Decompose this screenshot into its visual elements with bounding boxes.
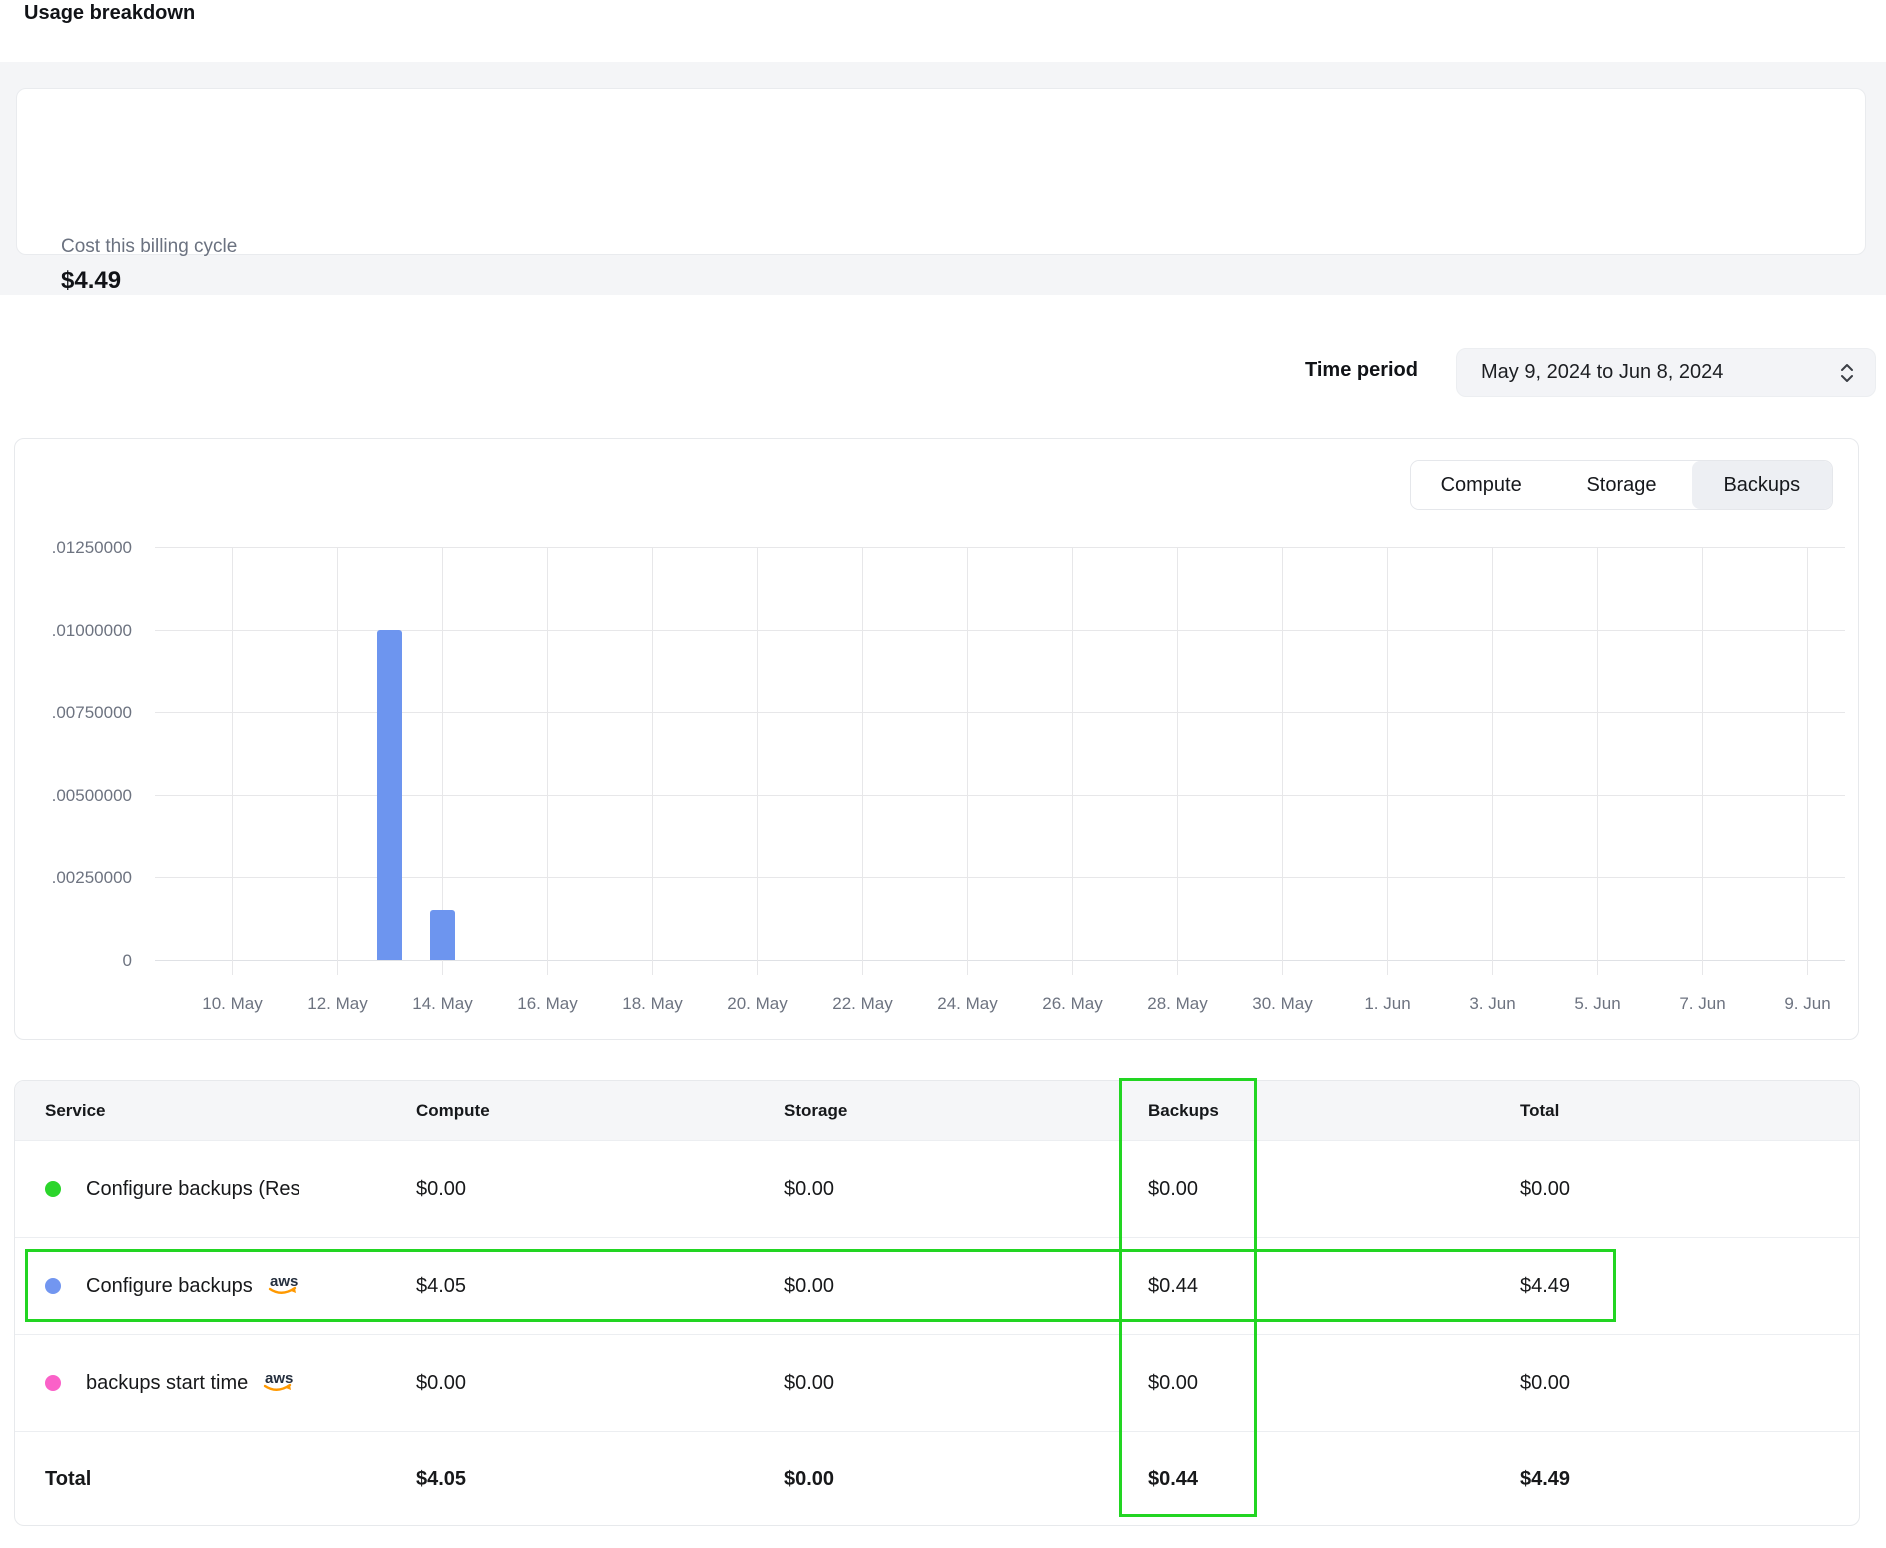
y-gridline (155, 547, 1845, 548)
series-color-dot (45, 1375, 61, 1391)
cell-total: $4.49 (1520, 1238, 1570, 1334)
total-cell-storage: $0.00 (784, 1432, 834, 1526)
usage-chart-card (14, 438, 1859, 1040)
aws-logo-icon: aws (262, 1370, 298, 1396)
page-title: Usage breakdown (24, 2, 195, 25)
table-total-row: Total $4.05 $0.00 $0.44 $4.49 (15, 1431, 1859, 1526)
x-axis-tick-label: 28. May (1125, 994, 1230, 1014)
table-row-3: backups start time aws $0.00 $0.00 $0.00 $0.… (15, 1334, 1859, 1431)
service-name: Configure backups (86, 1275, 253, 1298)
x-gridline (1387, 547, 1388, 975)
x-axis-tick-label: 7. Jun (1650, 994, 1755, 1014)
x-gridline (1597, 547, 1598, 975)
billing-cost-value: $4.49 (61, 267, 121, 295)
cell-total: $0.00 (1520, 1335, 1570, 1431)
cell-backups: $0.44 (1148, 1238, 1198, 1334)
billing-cost-card: Cost this billing cycle $4.49 (16, 88, 1866, 255)
cell-storage: $0.00 (784, 1335, 834, 1431)
x-gridline (337, 547, 338, 975)
column-header-compute: Compute (416, 1081, 490, 1140)
x-gridline (1072, 547, 1073, 975)
service-name: Configure backups (Resto (86, 1178, 299, 1201)
column-header-service: Service (45, 1081, 106, 1140)
total-cell-compute: $4.05 (416, 1432, 466, 1526)
time-period-select[interactable]: May 9, 2024 to Jun 8, 2024 (1456, 348, 1876, 397)
tab-compute[interactable]: Compute (1411, 461, 1551, 509)
service-cell: backups start time aws (45, 1335, 375, 1431)
x-axis-tick-label: 12. May (285, 994, 390, 1014)
x-axis-tick-label: 20. May (705, 994, 810, 1014)
x-gridline (232, 547, 233, 975)
y-axis-tick-label: .01000000 (12, 621, 132, 641)
cell-compute: $0.00 (416, 1141, 466, 1237)
x-axis-tick-label: 3. Jun (1440, 994, 1545, 1014)
y-gridline (155, 630, 1845, 631)
column-header-total: Total (1520, 1081, 1559, 1140)
table-header-row: Service Compute Storage Backups Total (15, 1081, 1859, 1140)
x-gridline (1282, 547, 1283, 975)
tab-backups[interactable]: Backups (1692, 461, 1832, 509)
series-color-dot (45, 1181, 61, 1197)
chart-metric-tabs: ComputeStorageBackups (1410, 460, 1833, 510)
billing-cost-label: Cost this billing cycle (61, 236, 237, 258)
x-axis-tick-label: 30. May (1230, 994, 1335, 1014)
service-name: backups start time (86, 1372, 248, 1395)
aws-logo-icon: aws (267, 1273, 303, 1299)
x-gridline (1702, 547, 1703, 975)
cell-compute: $4.05 (416, 1238, 466, 1334)
x-gridline (967, 547, 968, 975)
x-gridline (757, 547, 758, 975)
table-row-2: Configure backups aws $4.05 $0.00 $0.44 $4.4… (15, 1237, 1859, 1334)
time-period-label: Time period (1180, 359, 1418, 382)
y-gridline (155, 960, 1845, 961)
x-axis-tick-label: 16. May (495, 994, 600, 1014)
service-cell: Configure backups aws (45, 1238, 375, 1334)
x-gridline (1177, 547, 1178, 975)
cell-backups: $0.00 (1148, 1141, 1198, 1237)
tab-storage[interactable]: Storage (1551, 461, 1691, 509)
y-axis-tick-label: .00500000 (12, 786, 132, 806)
x-axis-tick-label: 5. Jun (1545, 994, 1650, 1014)
y-axis-tick-label: 0 (12, 951, 132, 971)
chart-bar-13--may[interactable] (377, 630, 402, 960)
x-gridline (1807, 547, 1808, 975)
x-axis-tick-label: 9. Jun (1755, 994, 1860, 1014)
total-label: Total (45, 1432, 91, 1526)
cell-storage: $0.00 (784, 1141, 834, 1237)
cell-compute: $0.00 (416, 1335, 466, 1431)
cell-backups: $0.00 (1148, 1335, 1198, 1431)
x-axis-tick-label: 26. May (1020, 994, 1125, 1014)
x-axis-tick-label: 24. May (915, 994, 1020, 1014)
time-period-value: May 9, 2024 to Jun 8, 2024 (1481, 361, 1839, 384)
x-gridline (652, 547, 653, 975)
x-axis-tick-label: 14. May (390, 994, 495, 1014)
service-cell: Configure backups (Resto (45, 1141, 375, 1237)
updown-chevron-icon (1839, 362, 1855, 384)
x-gridline (862, 547, 863, 975)
x-axis-tick-label: 10. May (180, 994, 285, 1014)
total-cell-total: $4.49 (1520, 1432, 1570, 1526)
series-color-dot (45, 1278, 61, 1294)
x-gridline (1492, 547, 1493, 975)
table-row-1: Configure backups (Resto $0.00 $0.00 $0.00 $… (15, 1140, 1859, 1237)
y-axis-tick-label: .00750000 (12, 703, 132, 723)
y-axis-tick-label: .00250000 (12, 868, 132, 888)
x-axis-tick-label: 18. May (600, 994, 705, 1014)
usage-table-card: ServiceComputeStorageBackupsTotalConfigu… (14, 1080, 1860, 1526)
y-gridline (155, 712, 1845, 713)
x-axis-tick-label: 1. Jun (1335, 994, 1440, 1014)
column-header-storage: Storage (784, 1081, 847, 1140)
chart-bar-14--may[interactable] (430, 910, 455, 960)
total-cell-backups: $0.44 (1148, 1432, 1198, 1526)
y-gridline (155, 795, 1845, 796)
x-gridline (547, 547, 548, 975)
cell-storage: $0.00 (784, 1238, 834, 1334)
y-gridline (155, 877, 1845, 878)
y-axis-tick-label: .01250000 (12, 538, 132, 558)
cell-total: $0.00 (1520, 1141, 1570, 1237)
column-header-backups: Backups (1148, 1081, 1219, 1140)
x-axis-tick-label: 22. May (810, 994, 915, 1014)
usage-breakdown-page: Usage breakdown Cost this billing cycle … (0, 0, 1886, 1548)
